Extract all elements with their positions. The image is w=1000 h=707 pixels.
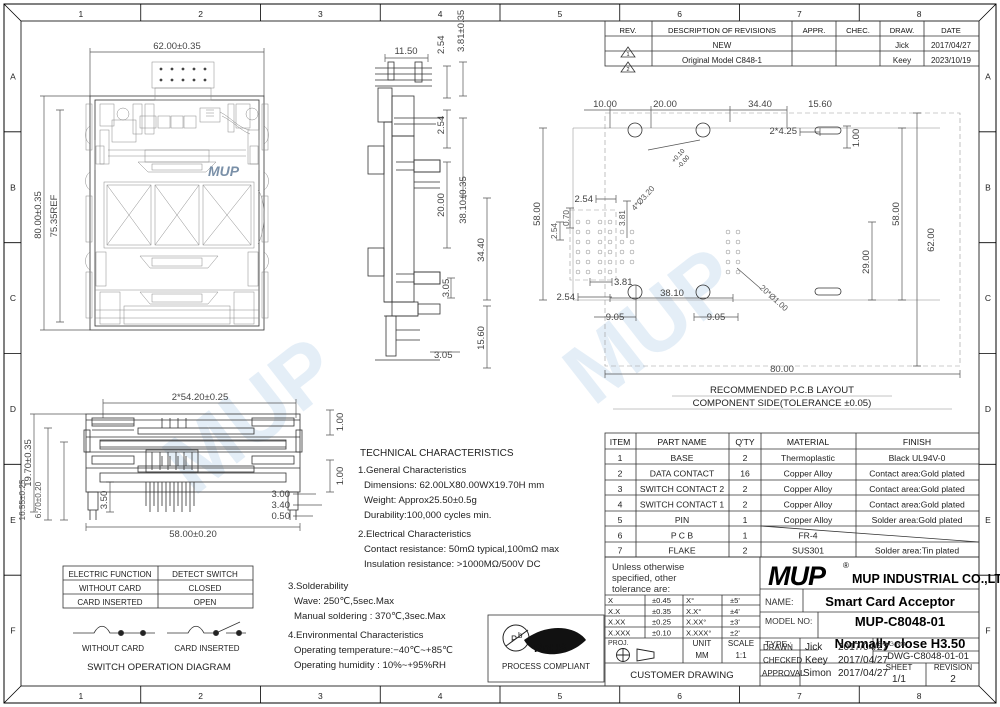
- tolerance-cell-3-3: ±2': [730, 628, 740, 637]
- drawn-by: Jick: [805, 642, 823, 653]
- approval-date: 2017/04/27: [838, 668, 888, 679]
- tolerance-cell-0-0: X: [608, 596, 613, 605]
- dwg-label: DWG NO. :: [878, 641, 911, 648]
- tolerance-cell-1-1: ±0.35: [652, 607, 671, 616]
- approval-by: Simon: [803, 668, 831, 679]
- scale-label: SCALE: [728, 639, 754, 648]
- unit-label: UNIT: [693, 639, 712, 648]
- checked-label: CHECKED: [763, 656, 802, 665]
- tolerance-text-1: Unless otherwise: [612, 562, 684, 573]
- tolerance-cell-0-2: X°: [686, 596, 694, 605]
- revision-label: REVISION: [934, 663, 972, 672]
- scale-value: 1:1: [735, 651, 747, 660]
- unit-value: MM: [695, 651, 709, 660]
- tolerance-cell-2-2: X.XX°: [686, 618, 706, 627]
- tolerance-cell-0-3: ±5': [730, 596, 740, 605]
- tolerance-text-3: tolerance are:: [612, 584, 670, 595]
- tolerance-cell-2-3: ±3': [730, 618, 740, 627]
- tolerance-cell-3-1: ±0.10: [652, 628, 671, 637]
- company-name: MUP INDUSTRIAL CO.,LTD.: [852, 572, 1000, 586]
- company-logo: MUP: [768, 561, 827, 591]
- revision-value: 2: [950, 674, 956, 685]
- dwg-number: DWG-C8048-01-01: [887, 651, 969, 662]
- product-name: Smart Card Acceptor: [825, 594, 955, 609]
- tolerance-cell-1-2: X.X°: [686, 607, 701, 616]
- tolerance-cell-2-0: X.XX: [608, 618, 625, 627]
- approval-label: APPROVAL: [762, 669, 805, 678]
- drawn-label: DRAWN: [763, 643, 793, 652]
- model-number: MUP-C8048-01: [855, 614, 945, 629]
- tolerance-cell-3-2: X.XXX°: [686, 628, 711, 637]
- sheet-value: 1/1: [892, 674, 906, 685]
- registered-mark: ®: [843, 561, 849, 570]
- tolerance-cell-3-0: X.XXX: [608, 628, 630, 637]
- title-block: X ±0.45 X° ±5' X.X ±0.35 X.X° ±4' X.XX ±0.25 X.XX°…: [604, 556, 1000, 687]
- tolerance-cell-1-0: X.X: [608, 607, 620, 616]
- proj-label: PROJ.: [608, 640, 629, 647]
- checked-date: 2017/04/27: [838, 655, 888, 666]
- tolerance-cell-2-1: ±0.25: [652, 618, 671, 627]
- tolerance-cell-0-1: ±0.45: [652, 596, 671, 605]
- drawing-sheet: MUP MUP 12345678 12345678 ABCDEF ABCDEF …: [0, 0, 1000, 707]
- tolerance-text-2: specified, other: [612, 573, 676, 584]
- sheet-label: SHEET: [886, 663, 913, 672]
- model-label: MODEL NO:: [765, 616, 812, 626]
- checked-by: Keey: [805, 655, 828, 666]
- tolerance-cell-1-3: ±4': [730, 607, 740, 616]
- customer-drawing-label: CUSTOMER DRAWING: [630, 670, 733, 681]
- name-label: NAME:: [765, 597, 794, 607]
- projection-symbol-icon: [616, 648, 655, 662]
